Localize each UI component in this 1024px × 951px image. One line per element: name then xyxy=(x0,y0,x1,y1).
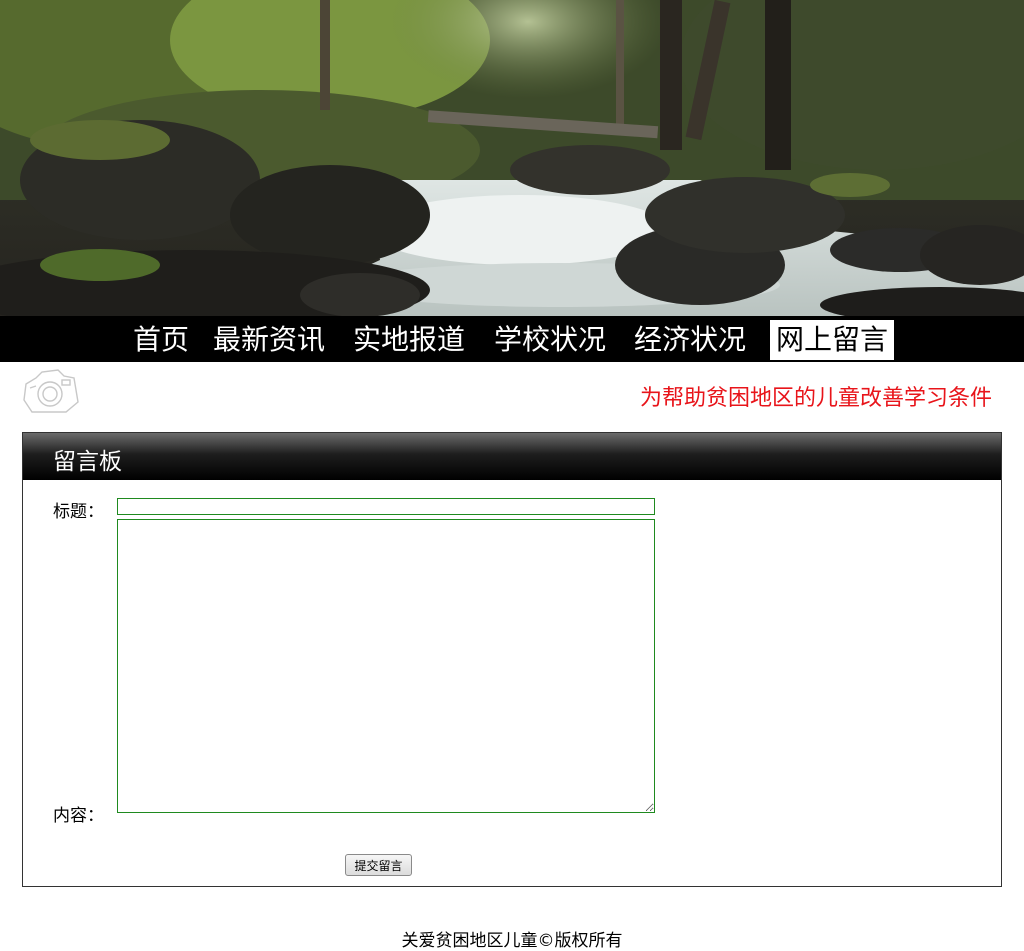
nav-item-latest-news[interactable]: 最新资讯 xyxy=(213,320,325,360)
nav-item-school-status[interactable]: 学校状况 xyxy=(494,320,606,360)
content-textarea[interactable] xyxy=(117,519,655,813)
notice-text: 为帮助贫困地区的儿童改善学习条件 xyxy=(640,386,993,411)
nav-item-guestbook[interactable]: 网上留言 xyxy=(770,320,895,360)
board-header: 留言板 xyxy=(23,433,1001,480)
nav-item-field-reports[interactable]: 实地报道 xyxy=(353,320,465,360)
title-input[interactable] xyxy=(117,498,655,515)
banner-image xyxy=(0,0,1024,316)
notice-marquee: 为帮助贫困地区的儿童改善学习条件 xyxy=(540,378,1002,418)
board-title: 留言板 xyxy=(53,449,122,475)
guestbook-board: 留言板 标题： 内容： 提交留言 xyxy=(22,432,1002,887)
banner-scene xyxy=(0,0,1024,316)
nav-item-economic-status[interactable]: 经济状况 xyxy=(634,320,746,360)
content-label: 内容： xyxy=(53,806,104,826)
main-nav: 首页 最新资讯 实地报道 学校状况 经济状况 网上留言 xyxy=(0,316,1024,362)
title-label: 标题： xyxy=(53,502,104,522)
nav-item-home[interactable]: 首页 xyxy=(133,320,189,360)
submit-message-button[interactable]: 提交留言 xyxy=(345,854,412,876)
footer-copyright: 关爱贫困地区儿童©版权所有 xyxy=(401,931,623,951)
camera-icon xyxy=(23,369,79,413)
